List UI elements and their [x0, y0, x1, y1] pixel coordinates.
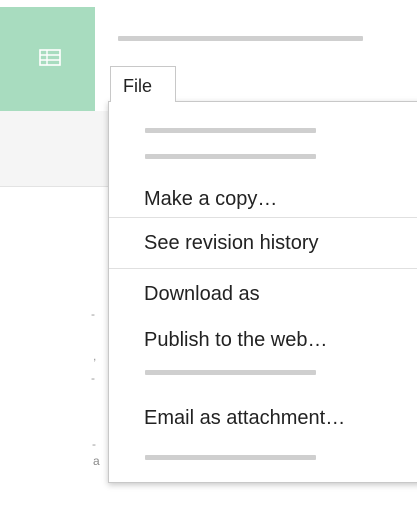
- file-menu-tab[interactable]: File: [110, 66, 176, 102]
- document-title-placeholder: [118, 36, 363, 41]
- menu-item-download-as[interactable]: Download as: [144, 283, 260, 306]
- menu-item-placeholder[interactable]: [145, 128, 316, 133]
- menu-item-publish-to-the-web[interactable]: Publish to the web…: [144, 329, 327, 352]
- menu-item-placeholder[interactable]: [145, 370, 316, 375]
- menu-separator: [109, 217, 417, 218]
- background-text-fragment: -: [92, 437, 96, 451]
- background-text-fragment: ,: [93, 349, 97, 363]
- menu-tab-join: [111, 100, 175, 103]
- menu-item-placeholder[interactable]: [145, 154, 316, 159]
- menu-separator: [109, 268, 417, 269]
- menu-item-make-a-copy[interactable]: Make a copy…: [144, 188, 277, 211]
- spreadsheet-grid-icon: [39, 49, 61, 66]
- menu-item-email-as-attachment[interactable]: Email as attachment…: [144, 407, 345, 430]
- page: - , - - a File Make a copy… See revision…: [0, 0, 417, 512]
- background-text-a: a: [93, 454, 100, 468]
- background-text-fragment: -: [91, 371, 95, 385]
- app-tile[interactable]: [0, 7, 95, 111]
- file-menu-dropdown: Make a copy… See revision history Downlo…: [108, 101, 417, 483]
- background-text-fragment: -: [91, 307, 95, 321]
- file-menu-label: File: [123, 76, 153, 96]
- menu-item-see-revision-history[interactable]: See revision history: [144, 232, 319, 255]
- menu-item-placeholder[interactable]: [145, 455, 316, 460]
